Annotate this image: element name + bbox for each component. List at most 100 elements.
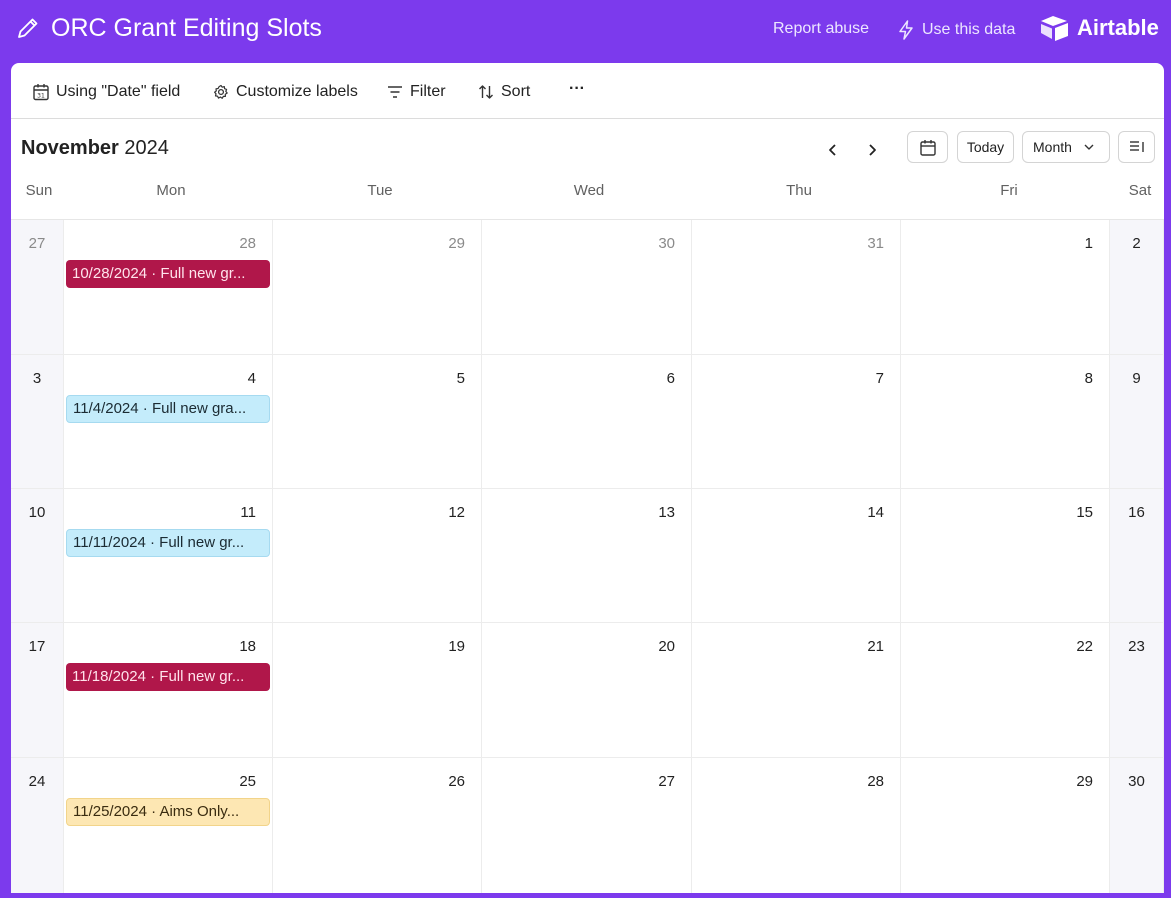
weekday-label: Sat	[1128, 182, 1152, 199]
calendar-card: 31 Using "Date" field Customize labels F…	[11, 63, 1164, 893]
customize-labels-button[interactable]: Customize labels	[213, 80, 358, 104]
day-cell[interactable]: 29	[273, 220, 482, 355]
today-button[interactable]: Today	[957, 131, 1014, 163]
day-cell[interactable]: 28	[692, 758, 901, 893]
sidebar-toggle-button[interactable]	[1118, 131, 1155, 163]
day-cell[interactable]: 24	[11, 758, 64, 893]
day-cell[interactable]: 1	[901, 220, 1110, 355]
day-cell[interactable]: 25 11/25/2024 · Aims Only...	[64, 758, 273, 893]
day-number: 10	[28, 504, 46, 521]
calendar-event[interactable]: 11/11/2024 · Full new gr...	[66, 529, 270, 557]
day-cell[interactable]: 27	[482, 758, 692, 893]
report-abuse-link[interactable]: Report abuse	[773, 20, 869, 38]
day-number: 11	[240, 504, 256, 521]
day-number: 25	[239, 773, 256, 790]
day-cell[interactable]: 30	[1110, 758, 1164, 893]
date-field-button[interactable]: 31 Using "Date" field	[33, 80, 180, 104]
day-cell[interactable]: 5	[273, 355, 482, 489]
filter-icon	[388, 86, 402, 98]
pencil-icon[interactable]	[16, 16, 40, 40]
more-options-button[interactable]: ···	[569, 77, 585, 101]
day-cell[interactable]: 21	[692, 623, 901, 758]
day-number: 21	[867, 638, 884, 655]
sort-arrows-icon	[479, 85, 493, 99]
day-number: 16	[1128, 504, 1145, 521]
day-cell[interactable]: 13	[482, 489, 692, 623]
day-number: 5	[456, 370, 465, 387]
calendar-event[interactable]: 11/25/2024 · Aims Only...	[66, 798, 270, 826]
day-cell[interactable]: 9	[1110, 355, 1164, 489]
day-cell[interactable]: 27	[11, 220, 64, 355]
chevron-down-icon	[1084, 144, 1094, 150]
day-cell[interactable]: 26	[273, 758, 482, 893]
day-number: 14	[867, 504, 884, 521]
calendar-icon	[919, 139, 936, 156]
view-mode-label: Month	[1033, 139, 1072, 155]
day-cell[interactable]: 28 10/28/2024 · Full new gr...	[64, 220, 273, 355]
calendar-event[interactable]: 11/18/2024 · Full new gr...	[66, 663, 270, 691]
gear-icon	[214, 84, 228, 99]
previous-month-button[interactable]	[819, 136, 847, 164]
day-number: 22	[1076, 638, 1093, 655]
chevron-left-icon	[829, 144, 836, 156]
day-number: 1	[1084, 235, 1093, 252]
weekday-label: Tue	[367, 182, 393, 199]
view-toolbar: 31 Using "Date" field Customize labels F…	[11, 63, 1164, 119]
airtable-brand[interactable]: Airtable	[1039, 13, 1159, 43]
day-cell[interactable]: 8	[901, 355, 1110, 489]
date-picker-button[interactable]	[907, 131, 948, 163]
day-number: 6	[666, 370, 675, 387]
day-number: 12	[448, 504, 465, 521]
day-cell[interactable]: 11 11/11/2024 · Full new gr...	[64, 489, 273, 623]
day-cell[interactable]: 16	[1110, 489, 1164, 623]
day-number: 26	[448, 773, 465, 790]
view-mode-select[interactable]: Month	[1022, 131, 1110, 163]
day-cell[interactable]: 7	[692, 355, 901, 489]
day-cell[interactable]: 29	[901, 758, 1110, 893]
day-number: 3	[32, 370, 42, 387]
day-cell[interactable]: 31	[692, 220, 901, 355]
filter-button[interactable]: Filter	[387, 80, 446, 104]
day-cell[interactable]: 12	[273, 489, 482, 623]
use-this-data-button[interactable]: Use this data	[898, 18, 1015, 42]
day-cell[interactable]: 30	[482, 220, 692, 355]
day-number: 30	[658, 235, 675, 252]
day-number: 20	[658, 638, 675, 655]
day-cell[interactable]: 2	[1110, 220, 1164, 355]
day-cell[interactable]: 23	[1110, 623, 1164, 758]
page-title[interactable]: ORC Grant Editing Slots	[51, 14, 322, 43]
day-cell[interactable]: 3	[11, 355, 64, 489]
day-cell[interactable]: 10	[11, 489, 64, 623]
calendar-date-icon: 31	[33, 84, 49, 101]
day-cell[interactable]: 17	[11, 623, 64, 758]
lightning-icon	[899, 20, 913, 40]
month-year-label: November 2024	[21, 137, 169, 160]
day-cell[interactable]: 20	[482, 623, 692, 758]
year: 2024	[124, 137, 169, 159]
day-cell[interactable]: 19	[273, 623, 482, 758]
weekday-label: Mon	[156, 182, 186, 199]
next-month-button[interactable]	[858, 136, 886, 164]
day-number: 29	[1076, 773, 1093, 790]
month-grid: 27 28 10/28/2024 · Full new gr... 29 30 31 1 2 3…	[11, 219, 1164, 893]
day-number: 4	[247, 370, 256, 387]
day-number: 13	[658, 504, 675, 521]
sort-button[interactable]: Sort	[478, 80, 530, 104]
calendar-event[interactable]: 10/28/2024 · Full new gr...	[66, 260, 270, 288]
calendar-event[interactable]: 11/4/2024 · Full new gra...	[66, 395, 270, 423]
use-this-data-label: Use this data	[922, 21, 1016, 38]
day-cell[interactable]: 18 11/18/2024 · Full new gr...	[64, 623, 273, 758]
sort-label: Sort	[501, 83, 531, 100]
day-number: 29	[448, 235, 465, 252]
day-cell[interactable]: 14	[692, 489, 901, 623]
day-number: 9	[1132, 370, 1141, 387]
day-cell[interactable]: 4 11/4/2024 · Full new gra...	[64, 355, 273, 489]
day-cell[interactable]: 15	[901, 489, 1110, 623]
weekday-label: Thu	[786, 182, 812, 199]
svg-text:31: 31	[37, 93, 45, 100]
day-cell[interactable]: 22	[901, 623, 1110, 758]
day-cell[interactable]: 6	[482, 355, 692, 489]
date-field-label: Using "Date" field	[56, 83, 181, 100]
day-number: 28	[239, 235, 256, 252]
airtable-logo	[1041, 16, 1068, 41]
